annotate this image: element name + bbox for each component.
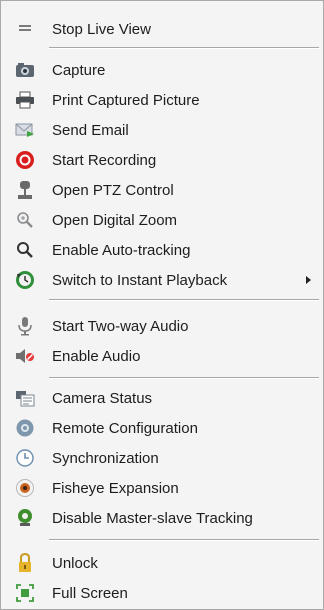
- menu-item-label: Enable Audio: [52, 347, 141, 365]
- menu-item-label: Start Recording: [52, 151, 157, 169]
- menu-item-label: Camera Status: [52, 389, 153, 407]
- menu-item-label: Send Email: [52, 121, 129, 139]
- ptz-icon: [15, 180, 35, 200]
- menu-item-switch-to-instant-playback[interactable]: Switch to Instant Playback: [1, 265, 323, 295]
- menu-item-capture[interactable]: Capture: [1, 55, 323, 85]
- menu-separator: [49, 539, 319, 541]
- menu-item-label: Capture: [52, 61, 106, 79]
- menu-item-label: Stop Live View: [52, 20, 151, 38]
- menu-item-label: Remote Configuration: [52, 419, 198, 437]
- record-icon: [15, 150, 35, 170]
- menu-item-stop-live-view[interactable]: Stop Live View: [1, 14, 323, 44]
- menu-item-fisheye-expansion[interactable]: Fisheye Expansion: [1, 473, 323, 503]
- menu-item-unlock[interactable]: Unlock: [1, 548, 323, 578]
- menu-item-start-two-way-audio[interactable]: Start Two-way Audio: [1, 311, 323, 341]
- context-menu: Stop Live View Capture Print Captured Pi…: [0, 0, 324, 610]
- menu-item-open-digital-zoom[interactable]: Open Digital Zoom: [1, 205, 323, 235]
- printer-icon: [15, 90, 35, 110]
- email-icon: [15, 120, 35, 140]
- menu-item-label: Unlock: [52, 554, 98, 572]
- status-icon: [15, 388, 35, 408]
- menu-item-start-recording[interactable]: Start Recording: [1, 145, 323, 175]
- menu-item-enable-auto-tracking[interactable]: Enable Auto-tracking: [1, 235, 323, 265]
- camera-icon: [15, 60, 35, 80]
- zoom-icon: [15, 210, 35, 230]
- menu-item-camera-status[interactable]: Camera Status: [1, 383, 323, 413]
- lock-icon: [15, 553, 35, 573]
- menu-item-open-ptz-control[interactable]: Open PTZ Control: [1, 175, 323, 205]
- menu-item-label: Open PTZ Control: [52, 181, 174, 199]
- menu-item-synchronization[interactable]: Synchronization: [1, 443, 323, 473]
- clock-icon: [15, 448, 35, 468]
- menu-item-print-captured-picture[interactable]: Print Captured Picture: [1, 85, 323, 115]
- fisheye-icon: [15, 478, 35, 498]
- stop-live-view-icon: [15, 19, 35, 39]
- menu-separator: [49, 299, 319, 301]
- search-icon: [15, 240, 35, 260]
- menu-item-label: Disable Master-slave Tracking: [52, 509, 253, 527]
- fullscreen-icon: [15, 583, 35, 603]
- menu-item-label: Synchronization: [52, 449, 159, 467]
- menu-item-label: Enable Auto-tracking: [52, 241, 191, 259]
- speaker-icon: [15, 346, 35, 366]
- menu-separator: [49, 47, 319, 49]
- menu-item-label: Open Digital Zoom: [52, 211, 178, 229]
- menu-item-label: Switch to Instant Playback: [52, 271, 228, 289]
- menu-item-label: Start Two-way Audio: [52, 317, 189, 335]
- menu-item-label: Fisheye Expansion: [52, 479, 179, 497]
- tracking-icon: [15, 508, 35, 528]
- menu-item-disable-master-slave-tracking[interactable]: Disable Master-slave Tracking: [1, 503, 323, 533]
- menu-item-send-email[interactable]: Send Email: [1, 115, 323, 145]
- microphone-icon: [15, 316, 35, 336]
- settings-icon: [15, 418, 35, 438]
- menu-item-label: Print Captured Picture: [52, 91, 200, 109]
- playback-icon: [15, 270, 35, 290]
- submenu-arrow-icon: [306, 276, 311, 284]
- menu-item-enable-audio[interactable]: Enable Audio: [1, 341, 323, 371]
- menu-separator: [49, 377, 319, 379]
- menu-item-full-screen[interactable]: Full Screen: [1, 578, 323, 608]
- menu-item-remote-configuration[interactable]: Remote Configuration: [1, 413, 323, 443]
- menu-item-label: Full Screen: [52, 584, 128, 602]
